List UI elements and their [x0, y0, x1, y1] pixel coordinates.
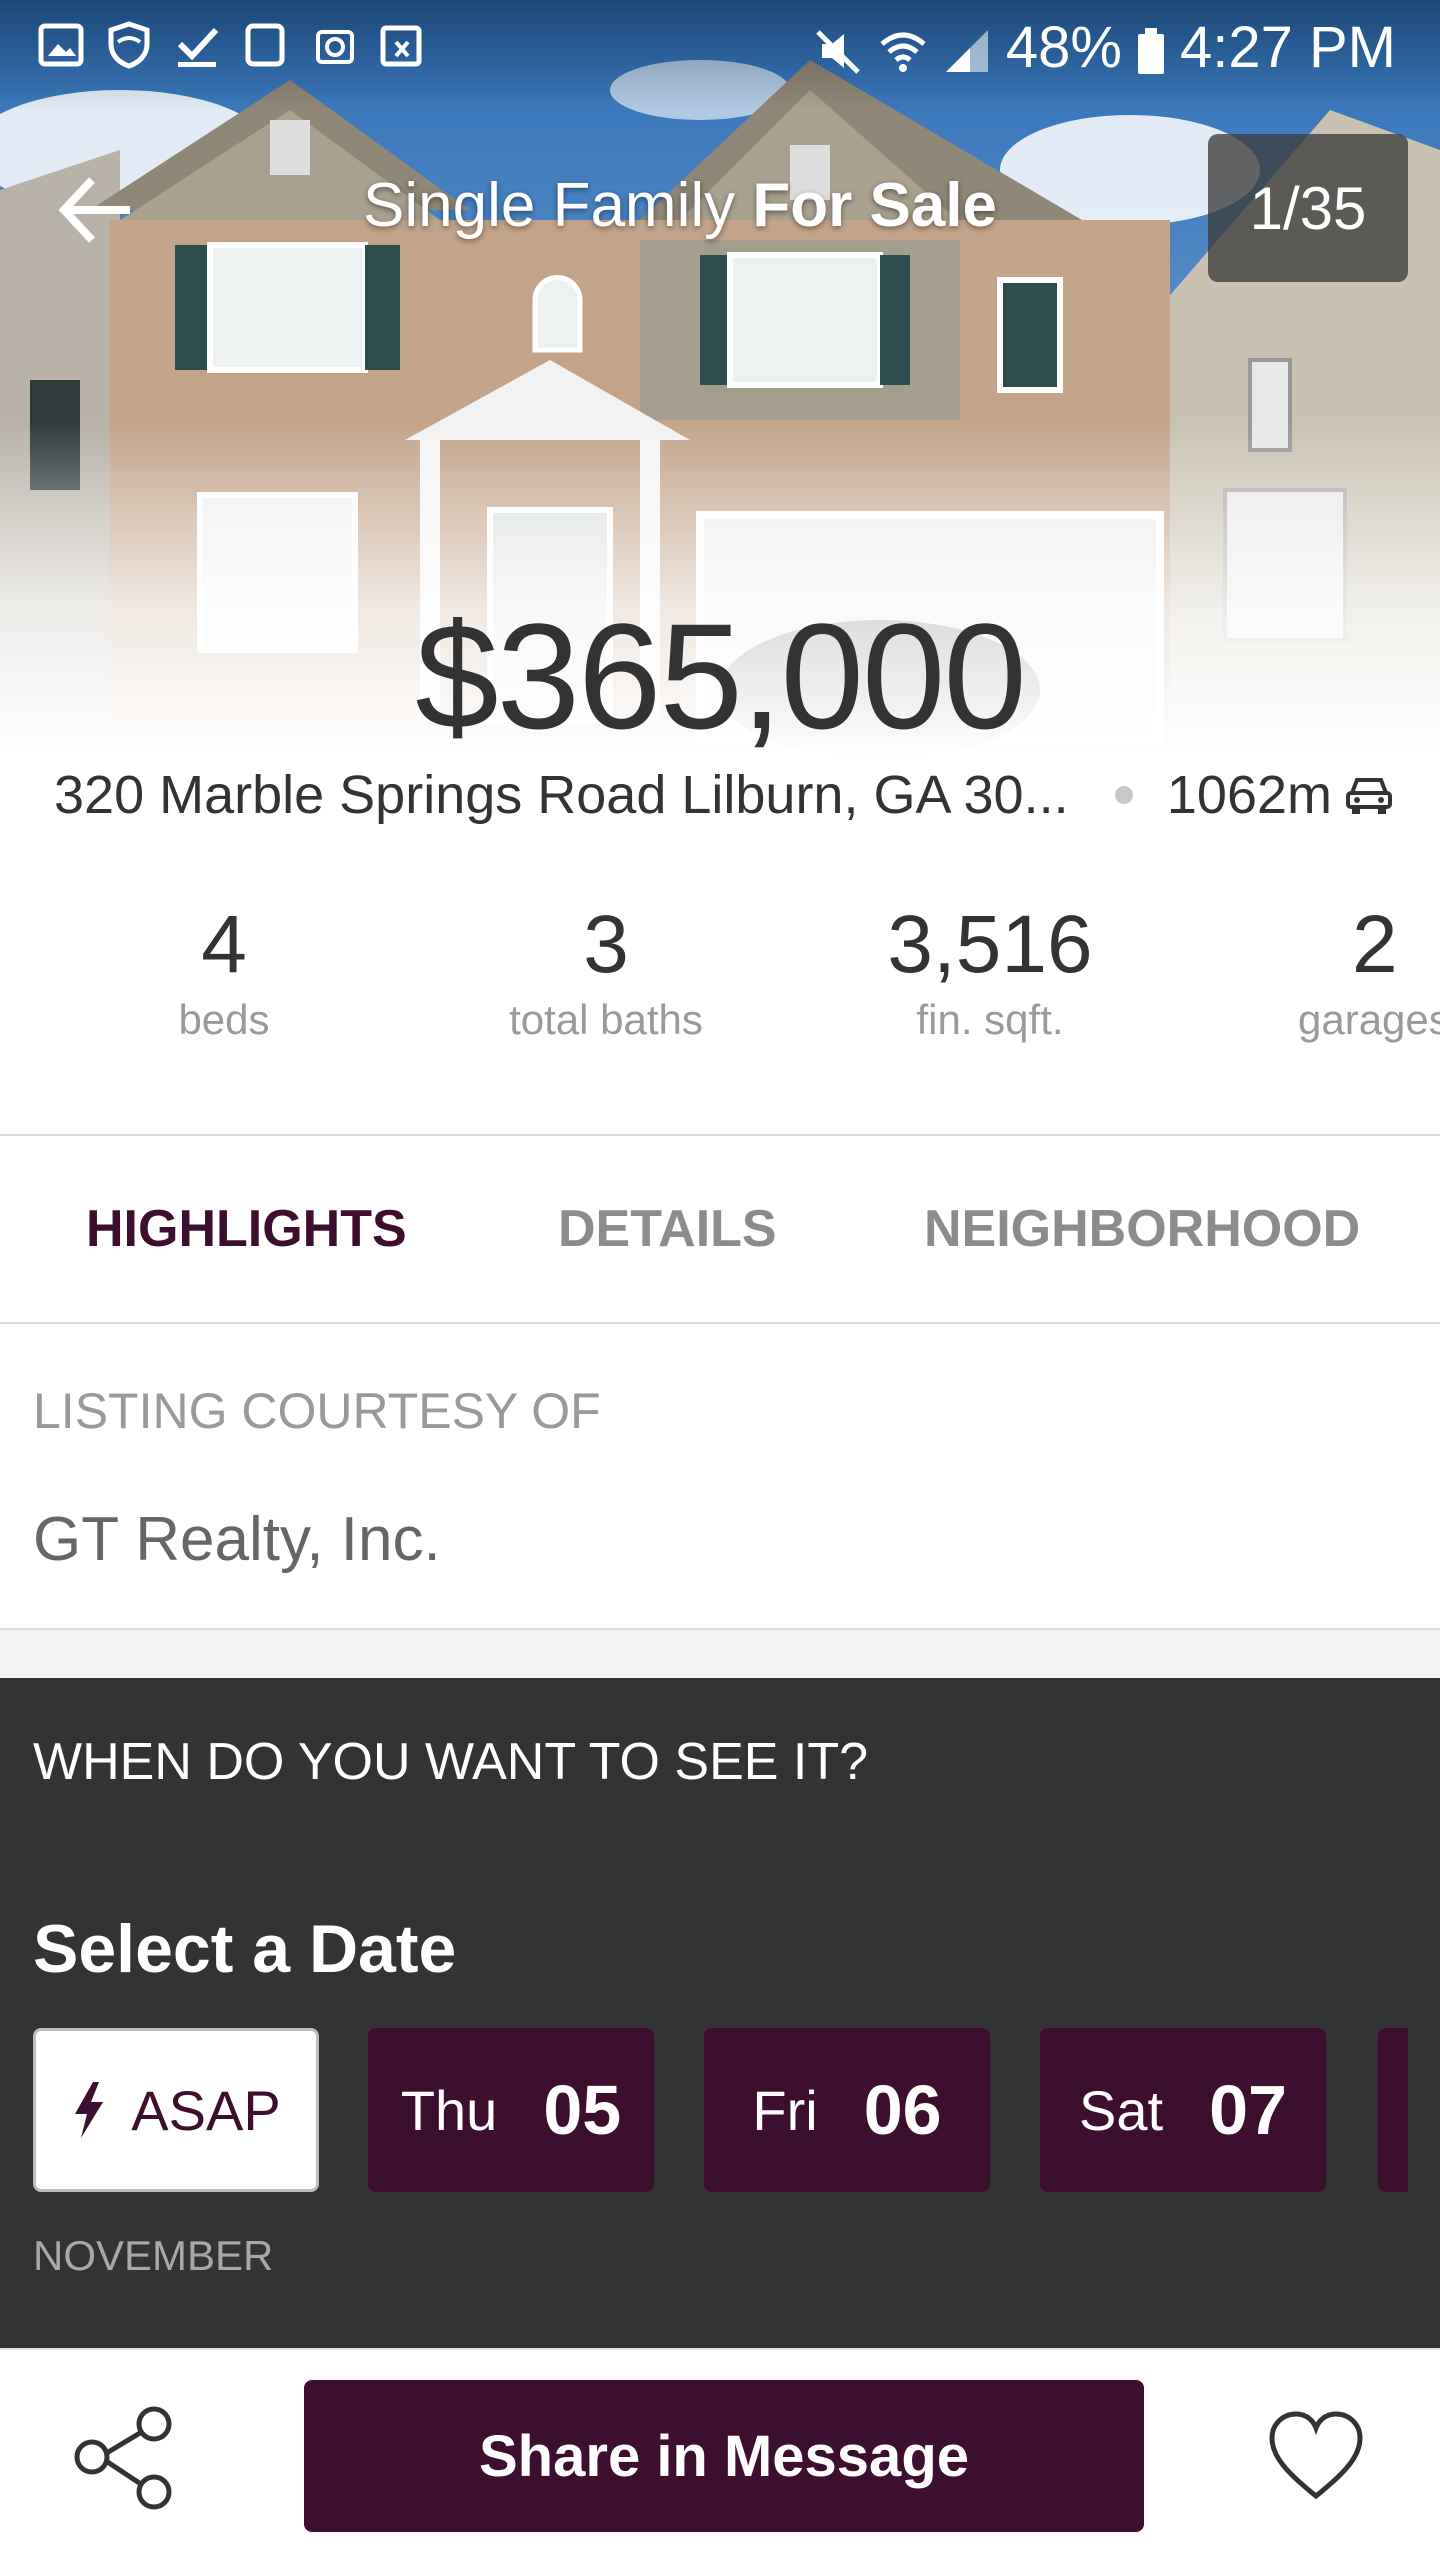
date-option-fri[interactable]: Fri 06	[704, 2028, 990, 2192]
share-button[interactable]	[70, 2402, 180, 2512]
stat-baths: 3 total baths	[456, 899, 756, 1044]
date-number: 05	[543, 2071, 622, 2149]
shield-icon	[106, 20, 152, 70]
month-label: NOVEMBER	[33, 2232, 274, 2279]
stat-label: fin. sqft.	[916, 996, 1064, 1044]
battery-icon	[1136, 23, 1166, 74]
date-option-thu[interactable]: Thu 05	[368, 2028, 654, 2192]
stat-label: beds	[178, 996, 270, 1044]
checkmark-icon	[174, 20, 220, 70]
wifi-icon	[878, 23, 928, 73]
clock: 4:27 PM	[1180, 15, 1396, 80]
tab-bar: HIGHLIGHTS DETAILS NEIGHBORHOOD	[0, 1136, 1440, 1322]
notification-icons	[38, 20, 424, 70]
tab-neighborhood[interactable]: NEIGHBORHOOD	[924, 1136, 1360, 1322]
heart-icon	[1269, 2411, 1363, 2500]
date-weekday: Sat	[1079, 2078, 1164, 2142]
photo-counter: 1/35	[1208, 134, 1408, 282]
title-property-type: Single Family	[363, 171, 753, 240]
status-bar: 48% 4:27 PM	[0, 0, 1440, 96]
car-icon	[1346, 778, 1392, 814]
email-icon	[310, 20, 356, 70]
date-weekday: Thu	[400, 2078, 498, 2142]
date-number: 07	[1209, 2071, 1287, 2149]
distance-value: 1062m	[1166, 765, 1332, 825]
bottom-action-bar: Share in Message	[0, 2348, 1440, 2562]
stat-value: 4	[201, 899, 247, 990]
distance[interactable]: 1062m	[1167, 764, 1394, 826]
calendar-icon	[378, 20, 424, 70]
stat-garages: 2 garages	[1226, 900, 1440, 1044]
device-icon	[242, 20, 288, 70]
stat-value: 3	[583, 899, 629, 990]
schedule-question: WHEN DO YOU WANT TO SEE IT?	[33, 1733, 869, 1791]
date-weekday: Fri	[752, 2078, 818, 2142]
listing-agency: GT Realty, Inc.	[33, 1505, 441, 1574]
gallery-icon	[38, 20, 84, 70]
address[interactable]: 320 Marble Springs Road Lilburn, GA 30..…	[54, 764, 1077, 826]
battery-text: 48%	[1005, 15, 1122, 80]
divider	[0, 1322, 1440, 1324]
separator-dot	[1115, 786, 1133, 804]
date-option-sat[interactable]: Sat 07	[1040, 2028, 1326, 2192]
stat-value: 2	[1352, 900, 1398, 990]
stat-label: total baths	[509, 996, 703, 1044]
share-icon	[74, 2406, 172, 2510]
asap-button[interactable]: ASAP	[33, 2028, 319, 2192]
stat-value: 3,516	[887, 899, 1093, 990]
favorite-button[interactable]	[1266, 2408, 1366, 2504]
title-status: For Sale	[752, 171, 997, 240]
asap-label: ASAP	[131, 2078, 281, 2142]
lightning-icon	[75, 2082, 104, 2138]
schedule-section: WHEN DO YOU WANT TO SEE IT? Select a Dat…	[0, 1678, 1440, 2348]
stat-beds: 4 beds	[74, 899, 374, 1044]
mute-icon	[814, 23, 864, 74]
share-in-message-button[interactable]: Share in Message	[304, 2380, 1144, 2532]
stat-sqft: 3,516 fin. sqft.	[840, 899, 1140, 1044]
page-title: Single Family For Sale	[280, 170, 1080, 241]
select-date-heading: Select a Date	[33, 1911, 457, 1987]
stat-label: garages	[1298, 996, 1440, 1044]
back-arrow-icon	[58, 177, 130, 243]
date-number: 06	[863, 2071, 942, 2149]
back-button[interactable]	[56, 170, 136, 250]
property-stats: 4 beds 3 total baths 3,516 fin. sqft. 2 …	[0, 899, 1440, 1080]
section-gap	[0, 1628, 1440, 1680]
tab-details[interactable]: DETAILS	[558, 1136, 777, 1322]
tab-highlights[interactable]: HIGHLIGHTS	[86, 1136, 407, 1322]
signal-icon	[942, 23, 992, 73]
price: $365,000	[415, 592, 1027, 760]
date-option-next[interactable]	[1378, 2028, 1408, 2192]
address-row: 320 Marble Springs Road Lilburn, GA 30..…	[54, 760, 1394, 830]
listing-courtesy-label: LISTING COURTESY OF	[33, 1383, 601, 1439]
